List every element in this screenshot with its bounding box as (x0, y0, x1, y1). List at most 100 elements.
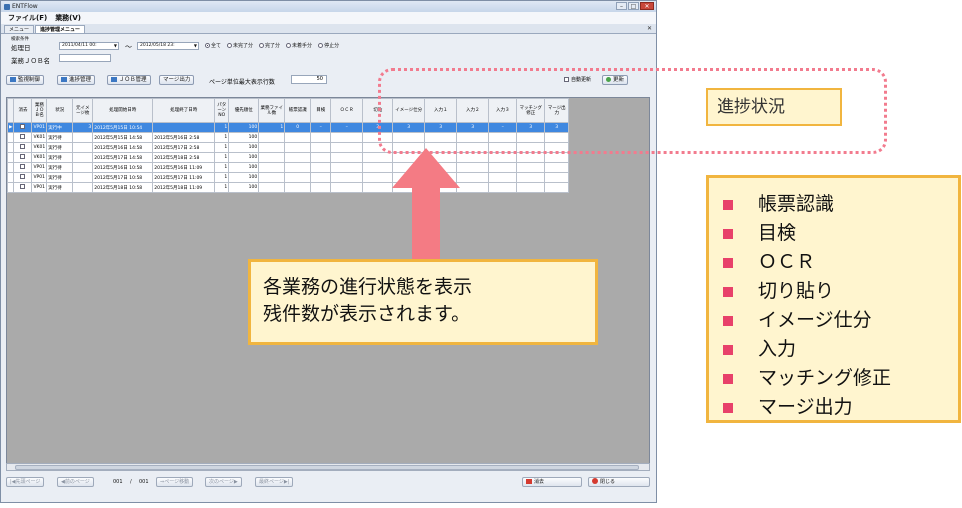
button-label: 監視制御 (18, 77, 41, 83)
row-delete-checkbox[interactable] (13, 172, 33, 183)
table-cell: 2012年5月16日 11:09 (152, 162, 216, 173)
table-cell (310, 162, 332, 173)
table-row[interactable]: VP01 実行待 2012年5月17日 10:58 2012年5月17日 11:09 1… (7, 172, 570, 183)
col-header[interactable]: 優先順位 (228, 98, 260, 123)
radio-complete[interactable]: 完了分 (259, 42, 280, 49)
progress-management-button[interactable]: 進捗管理 (57, 75, 96, 85)
row-delete-checkbox[interactable] (13, 142, 33, 153)
menu-business[interactable]: 業務(V) (55, 13, 81, 23)
bullet-icon (723, 402, 733, 413)
row-delete-checkbox[interactable] (13, 152, 33, 163)
radio-label: 未着手分 (292, 43, 313, 49)
close-window-button[interactable]: ✕ (640, 2, 654, 10)
bullet-icon (723, 373, 733, 384)
table-cell (72, 182, 94, 193)
tab-menu[interactable]: メニュー (4, 25, 35, 33)
radio-incomplete[interactable]: 未完了分 (227, 42, 253, 49)
prev-page-button[interactable]: ◀前のページ (57, 477, 94, 487)
row-delete-checkbox[interactable] (13, 132, 33, 143)
table-cell (258, 152, 286, 163)
table-row[interactable]: VP01 実行待 2012年5月16日 10:58 2012年5月16日 11:09 1… (7, 162, 570, 173)
checkbox-icon (20, 174, 26, 179)
table-cell (330, 172, 364, 183)
page-separator: / (130, 479, 132, 485)
table-cell (284, 132, 312, 143)
menu-file[interactable]: ファイル(F) (8, 13, 47, 23)
col-header[interactable]: 処理終了日時 (152, 98, 216, 123)
scrollbar-thumb[interactable] (15, 465, 639, 470)
next-page-button[interactable]: 次のページ▶ (205, 477, 242, 487)
list-item-label: 入力 (758, 338, 797, 360)
col-header[interactable]: 消去 (13, 98, 33, 123)
radio-label: 完了分 (265, 43, 281, 49)
table-cell: 実行待 (46, 172, 74, 183)
monitor-control-button[interactable]: 監視制御 (6, 75, 45, 85)
col-header[interactable]: 目検 (310, 98, 332, 123)
radio-all[interactable]: 全て (205, 42, 221, 49)
table-row[interactable]: VP01 実行待 2012年5月18日 10:58 2012年5月18日 11:09 1… (7, 182, 570, 193)
col-header[interactable]: 業務ＪＯＢ名 (31, 98, 48, 123)
button-label: 閉じる (600, 479, 616, 485)
table-cell (72, 142, 94, 153)
maximize-button[interactable]: □ (628, 2, 639, 10)
table-cell (310, 132, 332, 143)
table-cell: – (310, 122, 332, 133)
merge-output-button[interactable]: マージ出力 (159, 75, 195, 85)
radio-stopped[interactable]: 停止分 (318, 42, 339, 49)
table-cell: 1 (214, 162, 230, 173)
list-item-label: イメージ仕分 (758, 309, 872, 331)
date-to-picker[interactable]: 2012/05/18 23: ▼ (137, 42, 199, 50)
table-cell (72, 172, 94, 183)
col-header[interactable]: 帳票認識 (284, 98, 312, 123)
button-label: 先頭ページ (15, 479, 41, 485)
date-from-picker[interactable]: 2011/04/11 00: ▼ (59, 42, 119, 50)
col-header[interactable]: 元イメージ枚 (72, 98, 94, 123)
table-cell (488, 152, 518, 163)
table-cell (72, 152, 94, 163)
page-rows-input[interactable]: 50 (291, 75, 327, 84)
table-cell: 実行待 (46, 152, 74, 163)
table-cell: 2012年5月16日 14:58 (92, 142, 154, 153)
delete-button[interactable]: 消去 (522, 477, 582, 487)
table-cell (152, 122, 216, 133)
job-management-button[interactable]: ＪＯＢ管理 (107, 75, 151, 85)
table-cell: 実行待 (46, 162, 74, 173)
table-cell (488, 162, 518, 173)
radio-not-started[interactable]: 未着手分 (286, 42, 312, 49)
page-jump-button[interactable]: ⇒ページ移動 (156, 477, 194, 487)
table-cell: 2012年5月18日 11:09 (152, 182, 216, 193)
table-cell (258, 142, 286, 153)
radio-label: 停止分 (324, 43, 340, 49)
col-header[interactable]: ＯＣＲ (330, 98, 364, 123)
button-label: ページ移動 (164, 479, 190, 485)
dropdown-arrow-icon: ▼ (113, 43, 117, 48)
job-name-label: 業務ＪＯＢ名 (11, 57, 50, 65)
close-button[interactable]: 閉じる (588, 477, 650, 487)
col-header[interactable]: 状況 (46, 98, 74, 123)
button-label: 消去 (534, 479, 545, 485)
table-cell (72, 162, 94, 173)
list-item: 入力 (723, 335, 958, 364)
tab-close-icon[interactable]: ✕ (647, 25, 652, 32)
row-delete-checkbox[interactable] (13, 182, 33, 193)
first-page-button[interactable]: |◀先頭ページ (6, 477, 45, 487)
last-page-button[interactable]: 最終ページ▶| (255, 477, 294, 487)
horizontal-scrollbar[interactable] (6, 463, 650, 471)
col-header[interactable]: パターンNO (214, 98, 230, 123)
total-pages: 001 (139, 479, 149, 485)
row-delete-checkbox[interactable] (13, 122, 33, 133)
table-cell (258, 162, 286, 173)
tab-progress-menu[interactable]: 進捗管理メニュー (35, 25, 86, 33)
menu-bar: ファイル(F) 業務(V) (1, 12, 656, 24)
table-cell: VP01 (31, 122, 48, 133)
job-name-input[interactable] (59, 54, 111, 62)
col-header[interactable]: 業務ファイル数 (258, 98, 286, 123)
table-cell: VK01 (31, 142, 48, 153)
row-delete-checkbox[interactable] (13, 162, 33, 173)
button-label: 次のページ (209, 479, 234, 485)
minimize-button[interactable]: – (616, 2, 627, 10)
bullet-icon (723, 257, 733, 268)
col-header[interactable]: 処理開始日時 (92, 98, 154, 123)
table-row[interactable]: VK01 実行待 2012年5月17日 14:58 2012年5月18日 2:58 1 1… (7, 152, 570, 163)
checkbox-icon (20, 124, 26, 129)
